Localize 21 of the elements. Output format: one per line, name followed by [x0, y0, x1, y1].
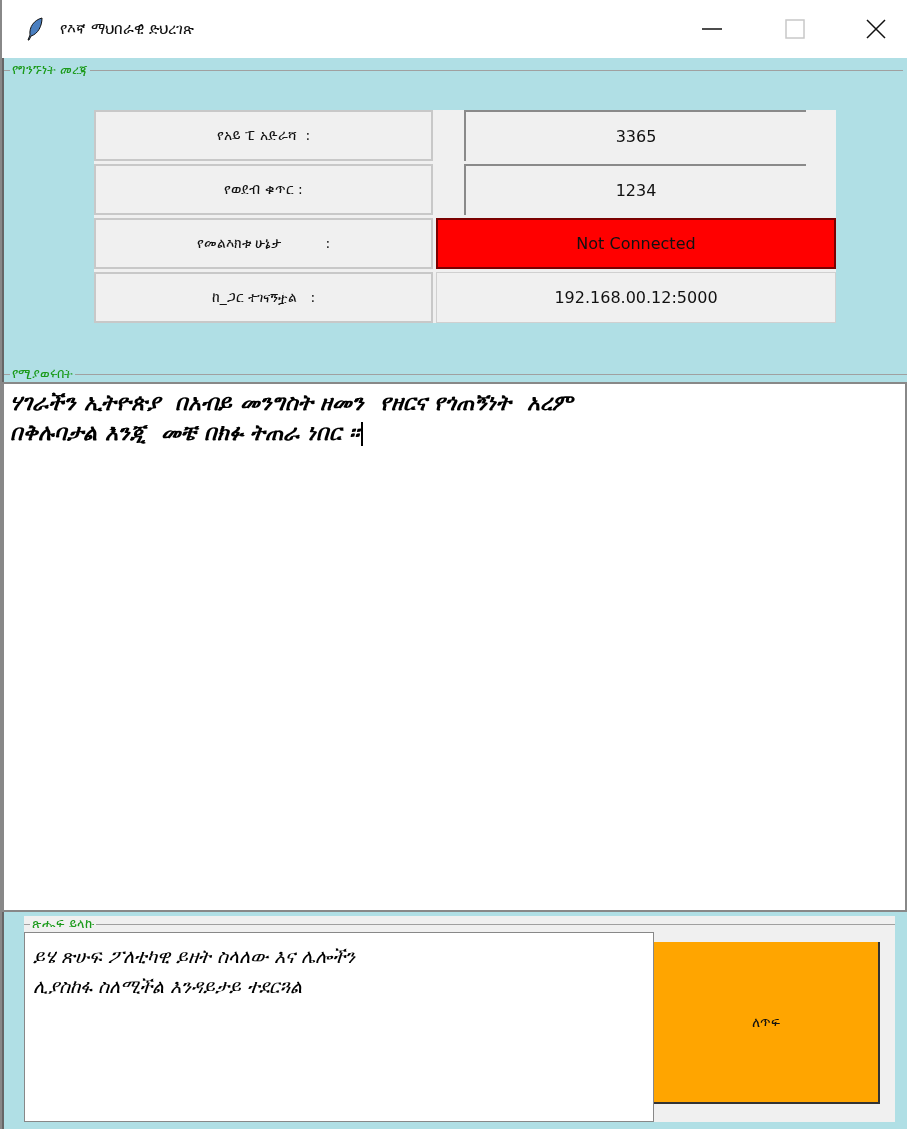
message-text: ሃገራችን ኢትዮጵያ በአብይ መንግስት ዘመን የዘርና የጎጠኝነት አረም [10, 389, 576, 417]
field-label: የወደብ ቁጥር : [94, 164, 433, 215]
message-text: በቅሉባታል እንጂ መቼ በክፉ ትጠራ ነበር ። [10, 418, 899, 448]
close-icon[interactable] [865, 18, 887, 40]
field-value: 3365 [464, 110, 806, 161]
compose-field[interactable]: ይሄ ጽሁፍ ፖለቲካዊ ይዘት ስላለው እና ሌሎችን ሊያስከፋ ስለሚችል እንዳይታይ ተደርጓል [24, 932, 654, 1122]
field-value: 1234 [464, 164, 806, 215]
field-label: የመልእክቱ ሁኔታ : [94, 218, 433, 269]
compose-text: ይሄ ጽሁፍ ፖለቲካዊ ይዘት ስላለው እና ሌሎችን [33, 944, 357, 969]
group-legend: የግንኙነት መረጃ [10, 62, 91, 78]
post-button[interactable]: ለጥፍ [654, 942, 880, 1104]
field-label: ከ_ጋር ተገናኝቷል : [94, 272, 433, 323]
field-label: የአይ ፒ አድራሻ : [94, 110, 433, 161]
group-legend: ጽሑፍ ይላኩ [30, 916, 97, 932]
feather-icon [26, 17, 44, 41]
window-title: የእኛ ማህበራዊ ድህረገጽ [60, 18, 194, 40]
compose-text: ሊያስከፋ ስለሚችል እንዳይታይ ተደርጓል [33, 974, 304, 999]
message-area[interactable]: ሃገራችን ኢትዮጵያ በአብይ መንግስት ዘመን የዘርና የጎጠኝነት አረም በቅሉባታል እንጂ መቼ በክፉ ትጠራ ነበር ። [2, 382, 907, 912]
field-value: 192.168.00.12:5000 [436, 272, 836, 323]
group-legend: የሚያወሩበት [10, 366, 75, 382]
status-indicator: Not Connected [436, 218, 836, 269]
